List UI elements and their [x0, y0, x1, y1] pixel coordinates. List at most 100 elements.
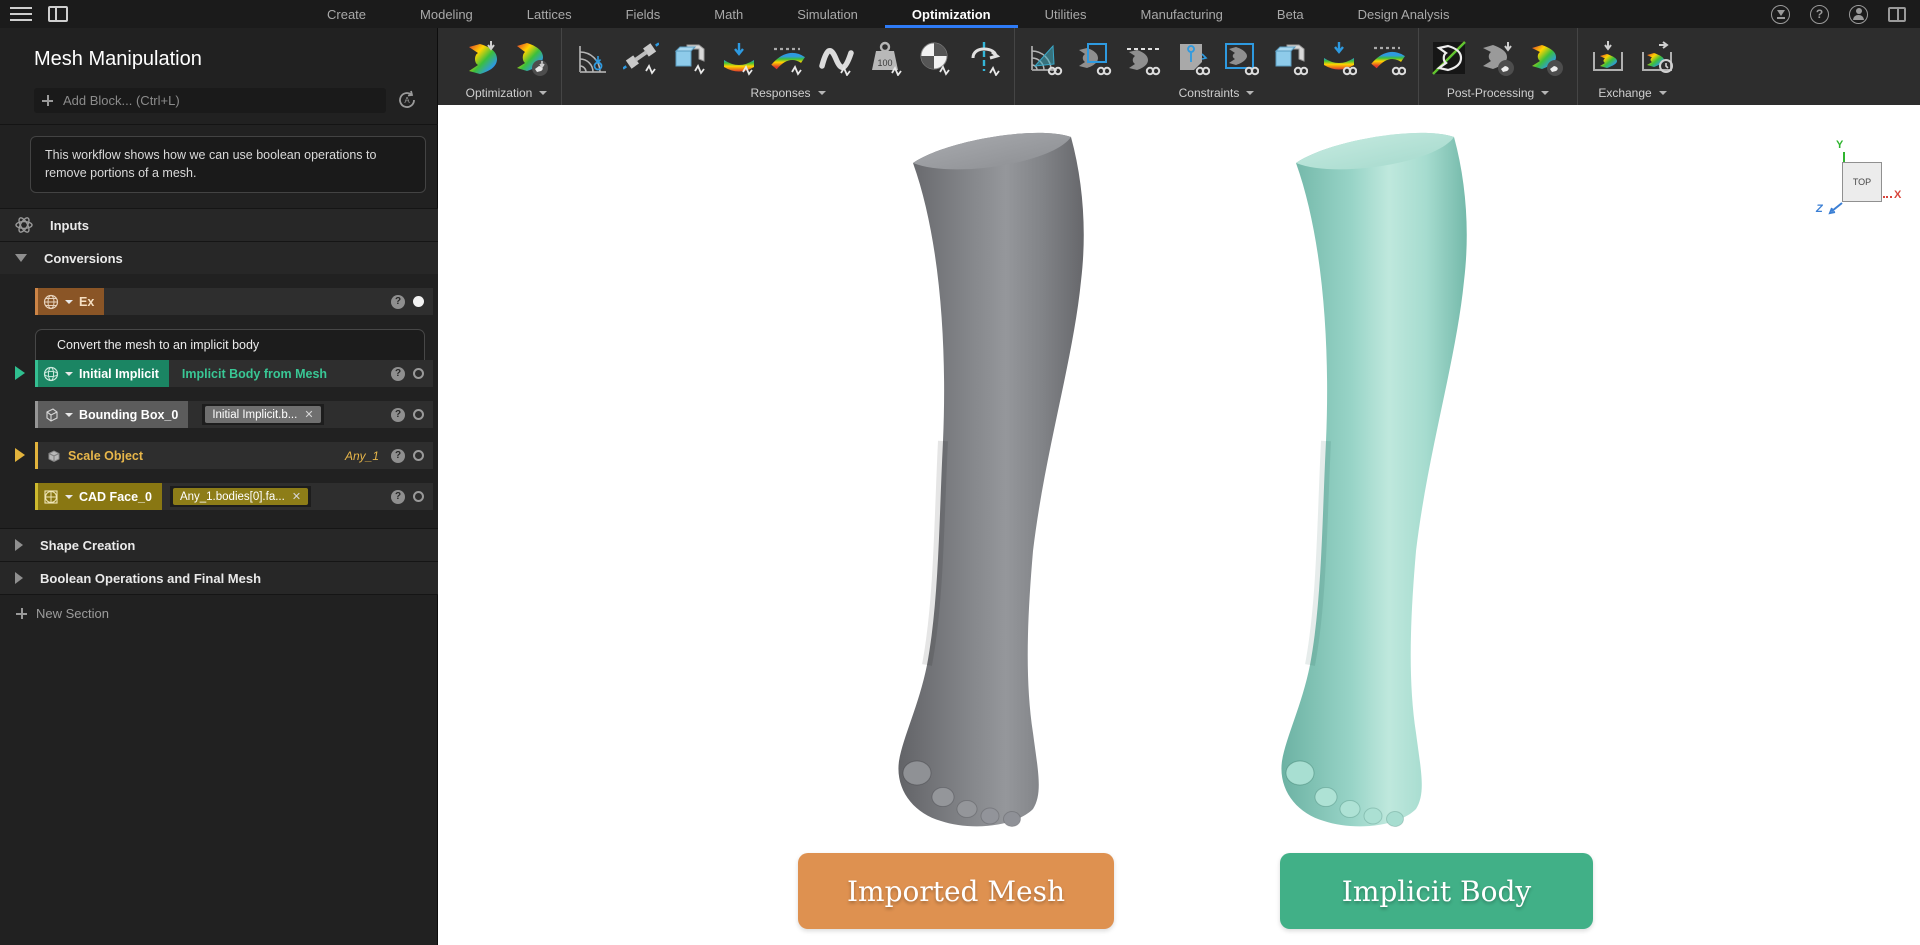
cad-face-chip[interactable]: CAD Face_0 — [35, 483, 162, 510]
run-block-icon[interactable] — [15, 448, 25, 462]
view-cube-face-label: TOP — [1852, 177, 1872, 187]
moment-of-inertia-response-icon[interactable] — [964, 35, 1004, 81]
implicit-body-icon — [43, 366, 59, 381]
stress-constraint-icon[interactable] — [1368, 35, 1408, 81]
account-icon[interactable] — [1849, 4, 1868, 24]
block-status-indicator[interactable] — [413, 491, 424, 502]
scale-object-chip[interactable]: Scale Object — [38, 442, 153, 469]
threshold-result-icon[interactable] — [1478, 35, 1518, 81]
toolbar-dropdown-post-processing[interactable]: Post-Processing — [1429, 83, 1567, 103]
block-status-indicator[interactable] — [413, 450, 424, 461]
section-shape-creation[interactable]: Shape Creation — [0, 528, 438, 562]
remove-icon[interactable]: ✕ — [304, 408, 313, 421]
mesh-block-chip[interactable]: Ex — [35, 288, 105, 315]
frequency-response-icon[interactable] — [817, 35, 857, 81]
remove-icon[interactable]: ✕ — [292, 490, 301, 503]
download-icon[interactable] — [1771, 4, 1790, 24]
axis-y-line — [1843, 152, 1845, 162]
divider — [0, 124, 438, 125]
conversions-blocks: Ex ? Convert the mesh to an implicit bod… — [0, 274, 438, 528]
implicit-body-model[interactable] — [1258, 121, 1498, 835]
initial-implicit-chip[interactable]: Initial Implicit — [35, 360, 169, 387]
mass-response-icon[interactable]: 100 — [866, 35, 906, 81]
field-response-icon[interactable] — [572, 35, 612, 81]
stress-response-icon[interactable] — [768, 35, 808, 81]
displacement-response-icon[interactable] — [719, 35, 759, 81]
add-block-input[interactable]: Add Block... (Ctrl+L) — [34, 88, 386, 113]
volume-response-icon[interactable] — [670, 35, 710, 81]
menu-item-beta[interactable]: Beta — [1250, 0, 1331, 28]
smooth-result-icon[interactable] — [1429, 35, 1469, 81]
menu-item-lattices[interactable]: Lattices — [500, 0, 599, 28]
face-constraint-icon[interactable] — [1172, 35, 1212, 81]
viewport-canvas[interactable]: Imported Mesh Implicit Body TOP Y X Z — [438, 105, 1920, 945]
toolbar-dropdown-exchange[interactable]: Exchange — [1588, 83, 1677, 103]
export-optimization-icon[interactable] — [1637, 35, 1677, 81]
menu-item-manufacturing[interactable]: Manufacturing — [1114, 0, 1250, 28]
run-block-icon[interactable] — [15, 366, 25, 380]
input-reference-chip[interactable]: Any_1.bodies[0].fa... ✕ — [172, 488, 309, 505]
block-status-indicator[interactable] — [413, 296, 424, 307]
menu-item-fields[interactable]: Fields — [599, 0, 688, 28]
toolbar-group-post-processing: Post-Processing — [1418, 28, 1577, 105]
notebook-sidebar: Mesh Manipulation Add Block... (Ctrl+L) … — [0, 28, 438, 945]
refresh-icon[interactable]: A — [396, 89, 418, 111]
symmetry-constraint-icon[interactable] — [1123, 35, 1163, 81]
toolbar-group-constraints: Constraints — [1014, 28, 1418, 105]
field-optimization-icon[interactable] — [511, 35, 551, 81]
field-constraint-icon[interactable] — [1025, 35, 1065, 81]
menu-item-modeling[interactable]: Modeling — [393, 0, 500, 28]
chevron-down-icon — [539, 91, 548, 95]
section-conversions[interactable]: Conversions — [0, 241, 438, 275]
extract-result-icon[interactable] — [1527, 35, 1567, 81]
bounding-box-chip[interactable]: Bounding Box_0 — [35, 401, 189, 428]
menu-item-design-analysis[interactable]: Design Analysis — [1331, 0, 1477, 28]
toolbar-group-optimization: Optimization — [452, 28, 561, 105]
block-help-icon[interactable]: ? — [391, 366, 405, 381]
center-of-gravity-response-icon[interactable] — [915, 35, 955, 81]
displacement-constraint-icon[interactable] — [1319, 35, 1359, 81]
menu-item-utilities[interactable]: Utilities — [1018, 0, 1114, 28]
ribbon-toolbar: Optimization 100 Responses Constraints P… — [438, 28, 1920, 105]
toolbar-group-responses: 100 Responses — [561, 28, 1014, 105]
block-help-icon[interactable]: ? — [391, 294, 405, 309]
add-block-placeholder: Add Block... (Ctrl+L) — [63, 93, 180, 108]
block-help-icon[interactable]: ? — [391, 448, 405, 463]
axis-x-line — [1883, 196, 1892, 198]
top-menu-bar: Create Modeling Lattices Fields Math Sim… — [0, 0, 1920, 28]
menu-item-math[interactable]: Math — [687, 0, 770, 28]
comment-block[interactable]: Convert the mesh to an implicit body — [35, 329, 425, 360]
import-optimization-icon[interactable] — [1588, 35, 1628, 81]
plus-icon — [16, 608, 27, 619]
section-boolean-operations[interactable]: Boolean Operations and Final Mesh — [0, 561, 438, 595]
block-type-label: Implicit Body from Mesh — [181, 366, 328, 381]
block-status-indicator[interactable] — [413, 368, 424, 379]
menu-item-simulation[interactable]: Simulation — [770, 0, 885, 28]
menu-item-create[interactable]: Create — [300, 0, 393, 28]
toolbar-dropdown-responses[interactable]: Responses — [572, 83, 1004, 103]
hamburger-menu-icon[interactable] — [10, 7, 32, 21]
toolbar-dropdown-optimization[interactable]: Optimization — [462, 83, 551, 103]
svg-text:A: A — [404, 96, 410, 105]
overhang-constraint-icon[interactable] — [1074, 35, 1114, 81]
workflow-note: This workflow shows how we can use boole… — [30, 136, 426, 193]
toolbar-dropdown-constraints[interactable]: Constraints — [1025, 83, 1408, 103]
tensile-response-icon[interactable] — [621, 35, 661, 81]
shell-constraint-icon[interactable] — [1221, 35, 1261, 81]
section-inputs[interactable]: Inputs — [0, 208, 438, 242]
topology-optimization-icon[interactable] — [462, 35, 502, 81]
layout-split-icon[interactable] — [48, 6, 68, 22]
view-cube[interactable]: TOP — [1842, 162, 1882, 202]
new-section-button[interactable]: New Section — [0, 594, 438, 621]
input-reference-chip[interactable]: Initial Implicit.b... ✕ — [205, 406, 321, 423]
imported-mesh-model[interactable] — [875, 121, 1115, 835]
block-help-icon[interactable]: ? — [391, 407, 405, 422]
block-status-indicator[interactable] — [413, 409, 424, 420]
collapse-icon — [15, 254, 27, 262]
menu-item-optimization[interactable]: Optimization — [884, 0, 1018, 28]
block-help-icon[interactable]: ? — [391, 489, 405, 504]
volume-constraint-icon[interactable] — [1270, 35, 1310, 81]
layout-panel-icon[interactable] — [1888, 6, 1906, 22]
toolbar-group-exchange: Exchange — [1577, 28, 1687, 105]
help-icon[interactable]: ? — [1810, 4, 1829, 24]
